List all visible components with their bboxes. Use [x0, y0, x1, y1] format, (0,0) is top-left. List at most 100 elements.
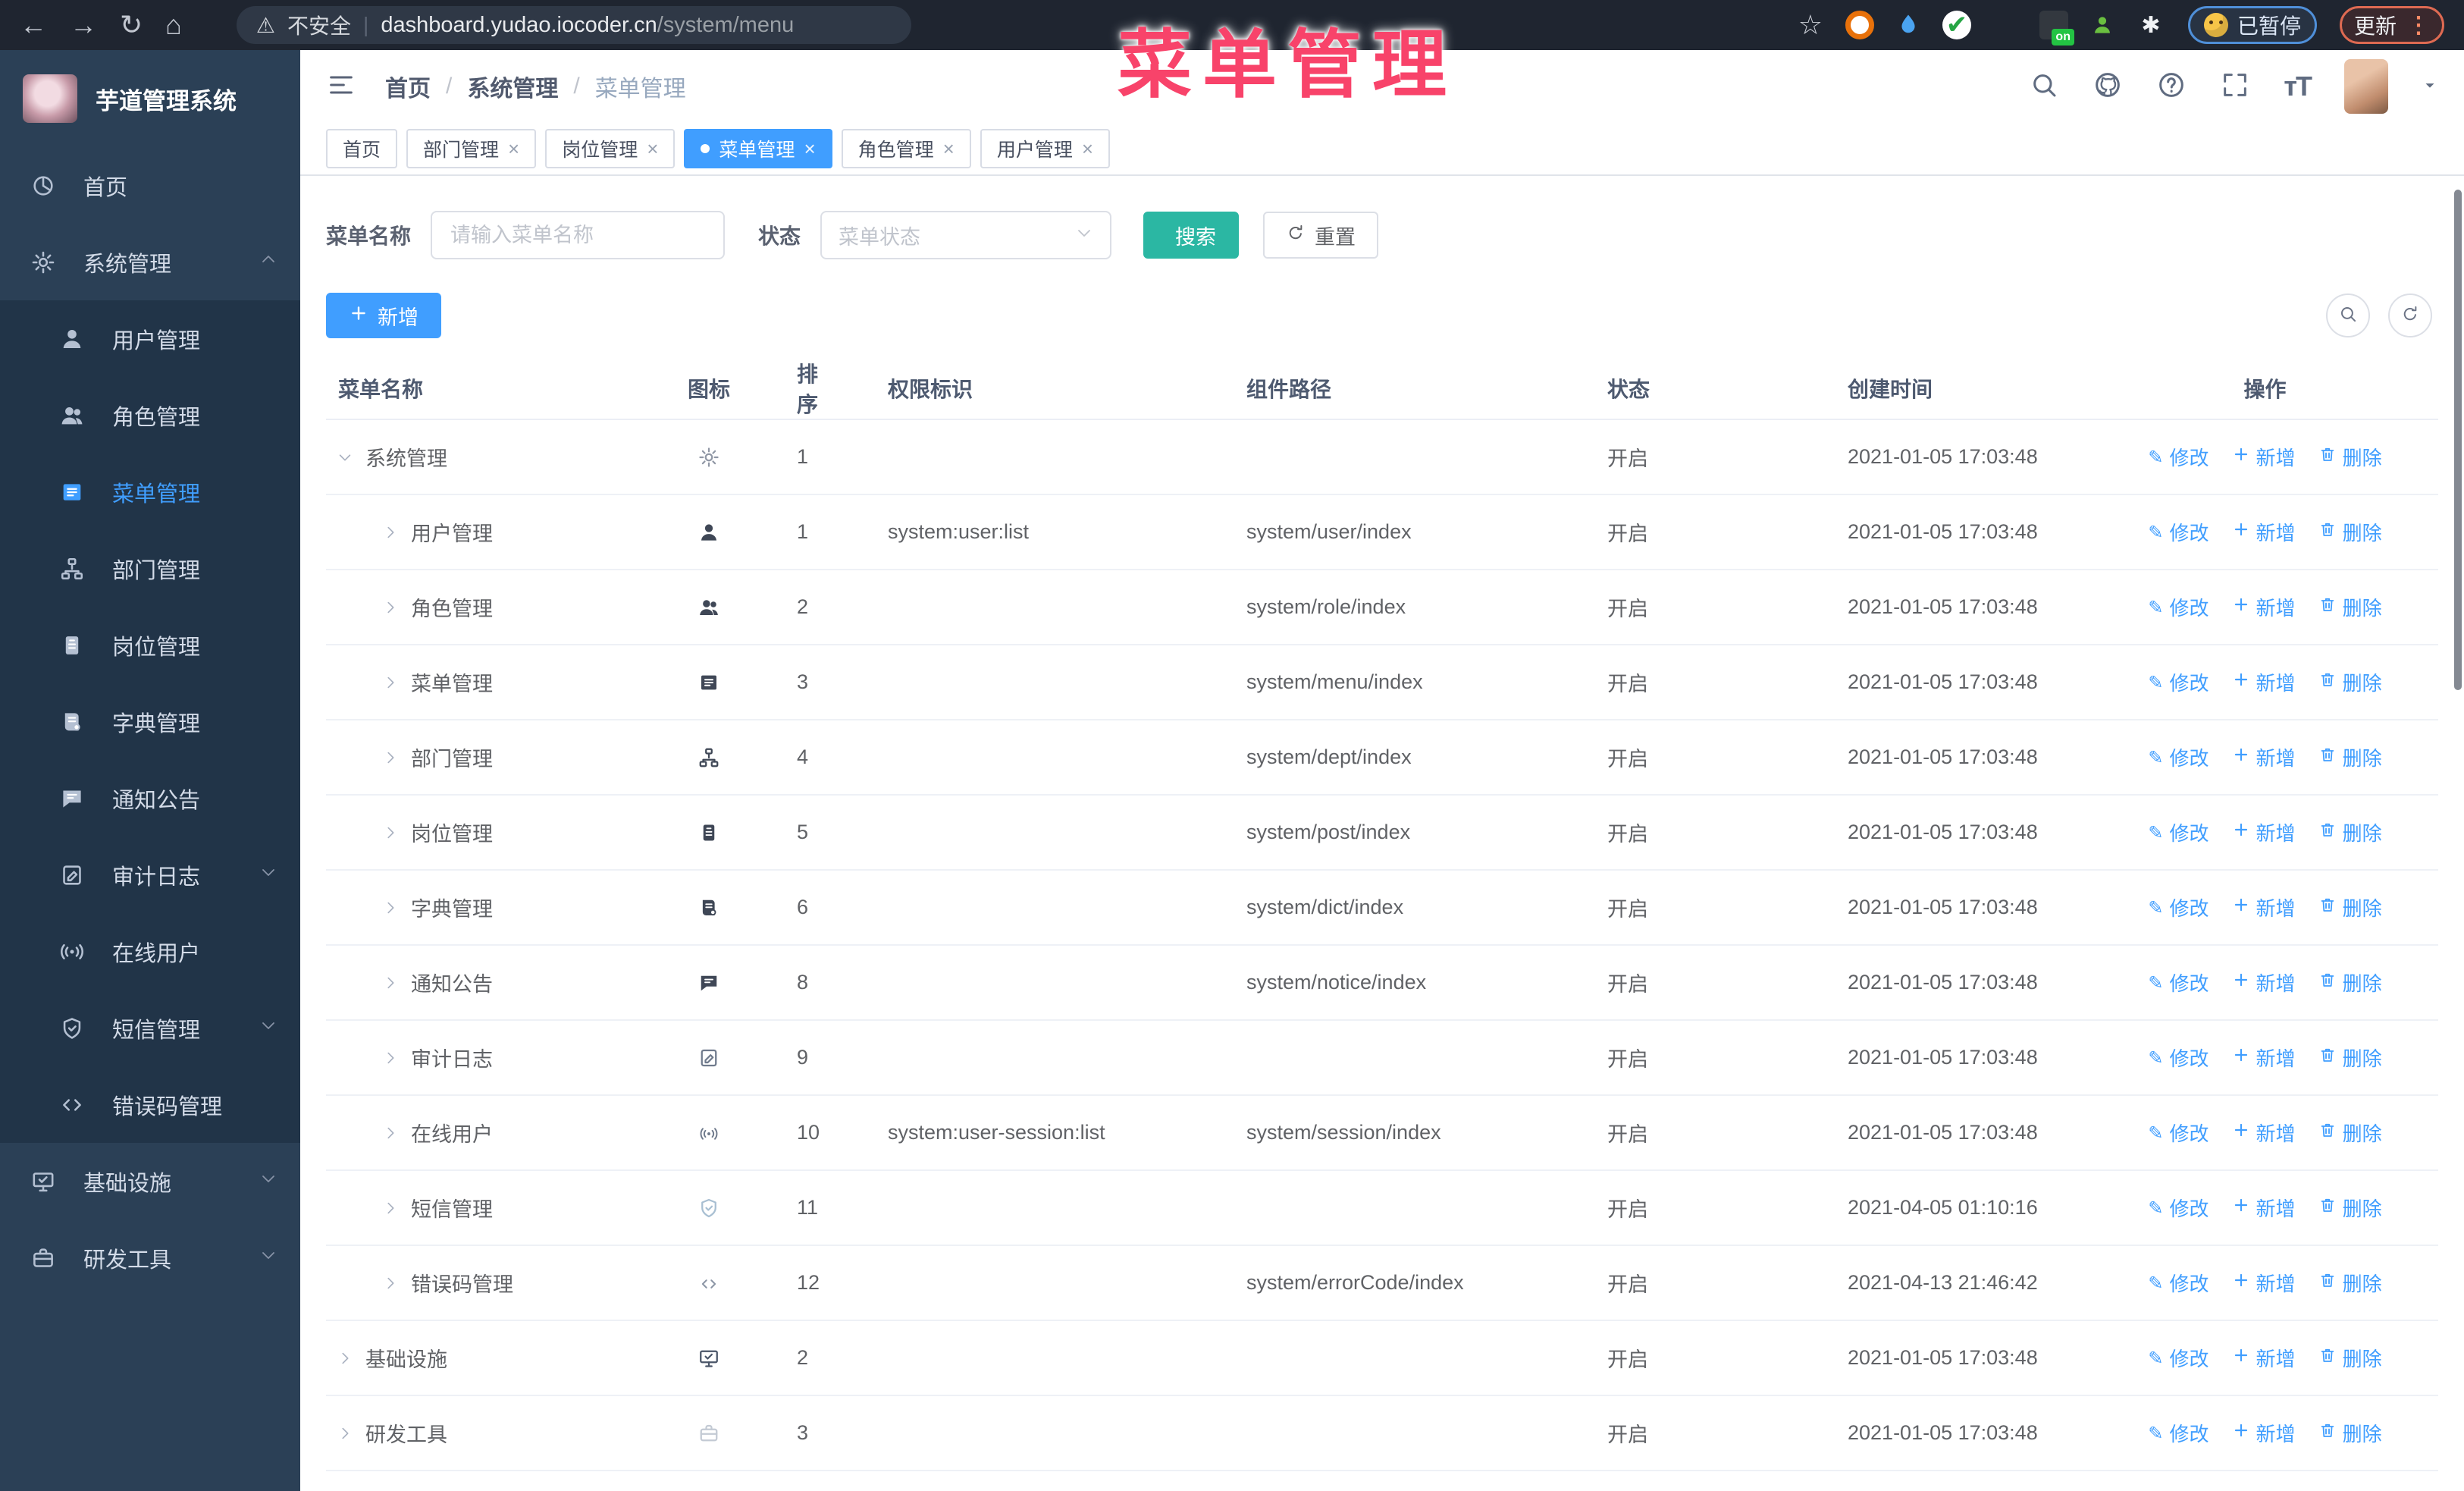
screen-on-icon[interactable]: on [2039, 11, 2074, 46]
row-action-edit[interactable]: ✎ 修改 [2148, 1419, 2209, 1447]
caret-down-icon[interactable] [2422, 77, 2438, 97]
row-action-add[interactable]: 新增 [2232, 518, 2296, 546]
chevron-right-icon[interactable] [382, 975, 399, 991]
row-action-edit[interactable]: ✎ 修改 [2148, 443, 2209, 471]
search-button[interactable]: 搜索 [1143, 212, 1240, 259]
row-action-edit[interactable]: ✎ 修改 [2148, 1344, 2209, 1372]
status-select[interactable]: 菜单状态 [820, 211, 1112, 259]
profile-paused-badge[interactable]: 已暂停 [2187, 6, 2317, 44]
sidebar-item-首页[interactable]: 首页 [0, 147, 300, 224]
row-action-edit[interactable]: ✎ 修改 [2148, 1194, 2209, 1222]
water-drop-icon[interactable] [1894, 11, 1923, 39]
row-action-add[interactable]: 新增 [2232, 443, 2296, 471]
reload-icon[interactable]: ↻ [120, 9, 143, 40]
sidebar-item-通知公告[interactable]: 通知公告 [0, 760, 300, 837]
reset-button[interactable]: 重置 [1263, 212, 1379, 259]
breadcrumb-item[interactable]: 首页 [385, 70, 431, 103]
row-action-delete[interactable]: 删除 [2318, 818, 2382, 846]
row-action-delete[interactable]: 删除 [2318, 968, 2382, 997]
close-icon[interactable]: × [943, 139, 955, 159]
sidebar-item-短信管理[interactable]: 短信管理 [0, 990, 300, 1066]
row-action-add[interactable]: 新增 [2232, 743, 2296, 771]
row-action-delete[interactable]: 删除 [2318, 518, 2382, 546]
row-action-edit[interactable]: ✎ 修改 [2148, 968, 2209, 997]
chevron-right-icon[interactable] [337, 1425, 353, 1442]
green-circle-icon[interactable]: ✔ [1942, 11, 1971, 39]
row-action-edit[interactable]: ✎ 修改 [2148, 893, 2209, 921]
font-size-icon[interactable]: тT [2284, 71, 2312, 102]
chevron-right-icon[interactable] [382, 899, 399, 916]
sidebar-item-岗位管理[interactable]: 岗位管理 [0, 607, 300, 683]
row-action-delete[interactable]: 删除 [2318, 1194, 2382, 1222]
home-icon[interactable]: ⌂ [165, 9, 182, 40]
row-action-edit[interactable]: ✎ 修改 [2148, 743, 2209, 771]
question-icon[interactable] [2156, 70, 2187, 104]
forward-icon[interactable]: → [70, 9, 97, 40]
row-action-add[interactable]: 新增 [2232, 668, 2296, 696]
chevron-right-icon[interactable] [382, 1050, 399, 1066]
sidebar-item-字典管理[interactable]: 字典管理 [0, 683, 300, 760]
bookmark-star-icon[interactable]: ☆ [1798, 9, 1823, 41]
avatar[interactable] [2344, 59, 2388, 114]
blue-grid-icon[interactable] [1991, 11, 2020, 39]
row-action-add[interactable]: 新增 [2232, 968, 2296, 997]
chevron-down-icon[interactable] [337, 449, 353, 466]
sidebar-item-错误码管理[interactable]: 错误码管理 [0, 1066, 300, 1143]
row-action-edit[interactable]: ✎ 修改 [2148, 1044, 2209, 1072]
row-action-delete[interactable]: 删除 [2318, 1119, 2382, 1147]
sidebar-item-研发工具[interactable]: 研发工具 [0, 1219, 300, 1296]
row-action-delete[interactable]: 删除 [2318, 1344, 2382, 1372]
close-icon[interactable]: × [1082, 139, 1093, 159]
sidebar-logo-row[interactable]: 芋道管理系统 [0, 50, 300, 147]
window-scrollbar[interactable] [2454, 190, 2462, 690]
toggle-search-button[interactable] [2326, 293, 2370, 337]
row-action-add[interactable]: 新增 [2232, 593, 2296, 621]
row-action-edit[interactable]: ✎ 修改 [2148, 1269, 2209, 1297]
sidebar-item-审计日志[interactable]: 审计日志 [0, 837, 300, 913]
row-action-delete[interactable]: 删除 [2318, 893, 2382, 921]
row-action-add[interactable]: 新增 [2232, 818, 2296, 846]
sidebar-item-用户管理[interactable]: 用户管理 [0, 300, 300, 377]
close-icon[interactable]: × [508, 139, 519, 159]
row-action-delete[interactable]: 删除 [2318, 1044, 2382, 1072]
green-person-icon[interactable] [2088, 11, 2117, 39]
orange-ring-icon[interactable] [1845, 11, 1874, 39]
tab-岗位管理[interactable]: 岗位管理 × [545, 129, 676, 168]
row-action-delete[interactable]: 删除 [2318, 593, 2382, 621]
browser-menu-icon[interactable]: ⋮ [2407, 12, 2430, 39]
row-action-add[interactable]: 新增 [2232, 893, 2296, 921]
chevron-right-icon[interactable] [382, 674, 399, 691]
chevron-right-icon[interactable] [382, 1125, 399, 1141]
sidebar-item-角色管理[interactable]: 角色管理 [0, 377, 300, 454]
add-button[interactable]: 新增 [326, 293, 441, 338]
sidebar-item-部门管理[interactable]: 部门管理 [0, 530, 300, 607]
chevron-right-icon[interactable] [382, 749, 399, 766]
sidebar-item-在线用户[interactable]: 在线用户 [0, 913, 300, 990]
row-action-delete[interactable]: 删除 [2318, 1269, 2382, 1297]
sidebar-item-系统管理[interactable]: 系统管理 [0, 224, 300, 300]
row-action-edit[interactable]: ✎ 修改 [2148, 1119, 2209, 1147]
tab-用户管理[interactable]: 用户管理 × [980, 129, 1111, 168]
refresh-table-button[interactable] [2388, 293, 2432, 337]
sidebar-item-基础设施[interactable]: 基础设施 [0, 1143, 300, 1219]
row-action-edit[interactable]: ✎ 修改 [2148, 518, 2209, 546]
row-action-add[interactable]: 新增 [2232, 1044, 2296, 1072]
row-action-add[interactable]: 新增 [2232, 1269, 2296, 1297]
chevron-right-icon[interactable] [382, 1200, 399, 1216]
github-icon[interactable] [2093, 70, 2123, 104]
row-action-delete[interactable]: 删除 [2318, 1419, 2382, 1447]
tab-首页[interactable]: 首页 [326, 129, 398, 168]
address-bar[interactable]: ⚠ 不安全 | dashboard.yudao.iocoder.cn/syste… [236, 6, 911, 44]
sidebar-item-菜单管理[interactable]: 菜单管理 [0, 454, 300, 530]
back-icon[interactable]: ← [20, 9, 47, 40]
breadcrumb-item[interactable]: 系统管理 [467, 70, 558, 103]
collapse-sidebar-icon[interactable] [326, 70, 356, 104]
row-action-delete[interactable]: 删除 [2318, 743, 2382, 771]
row-action-add[interactable]: 新增 [2232, 1194, 2296, 1222]
search-icon[interactable] [2029, 70, 2059, 104]
menu-name-input[interactable] [431, 211, 726, 259]
chevron-right-icon[interactable] [382, 524, 399, 541]
browser-update-button[interactable]: 更新 ⋮ [2339, 6, 2444, 44]
chevron-right-icon[interactable] [382, 824, 399, 841]
chevron-right-icon[interactable] [382, 1275, 399, 1292]
